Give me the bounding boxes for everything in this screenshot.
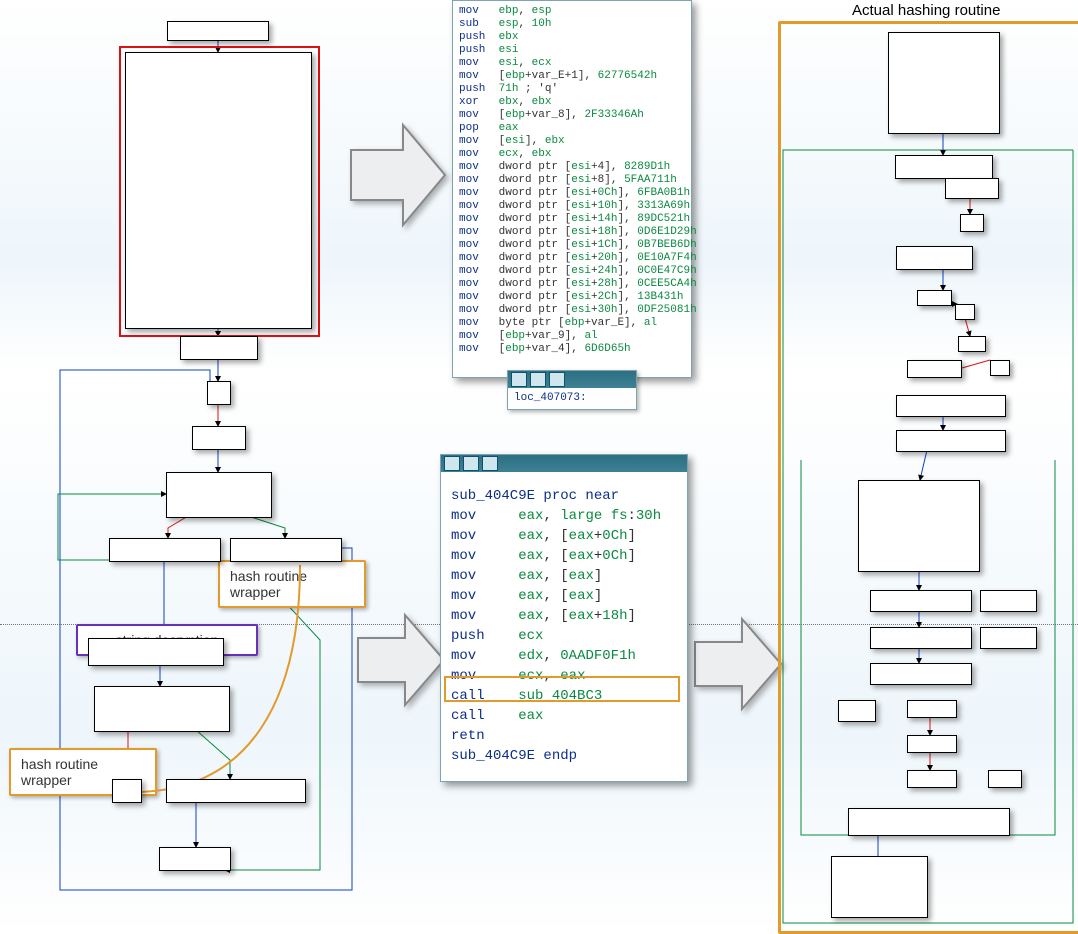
flow-node bbox=[180, 336, 258, 360]
flow-node bbox=[125, 52, 312, 329]
flow-node bbox=[848, 808, 1010, 836]
flow-node bbox=[980, 590, 1037, 612]
flow-node bbox=[896, 430, 1006, 452]
flow-node bbox=[166, 472, 272, 518]
flow-node bbox=[988, 770, 1022, 788]
flow-node bbox=[870, 663, 972, 685]
flow-node bbox=[896, 246, 973, 270]
flow-node bbox=[230, 538, 342, 562]
flow-node bbox=[192, 426, 246, 450]
flow-node bbox=[896, 395, 1006, 417]
flow-node bbox=[907, 735, 957, 753]
disasm-panel-mid: sub_404C9E proc near mov eax, large fs:3… bbox=[440, 454, 688, 782]
disasm-mid-body: sub_404C9E proc near mov eax, large fs:3… bbox=[441, 472, 687, 780]
flow-node bbox=[159, 847, 231, 871]
flow-node bbox=[838, 700, 876, 722]
toolbar-icons bbox=[441, 455, 687, 472]
flow-node bbox=[94, 686, 230, 732]
flow-node bbox=[990, 360, 1010, 376]
flow-node bbox=[870, 627, 972, 649]
flow-node bbox=[88, 638, 224, 666]
flow-node bbox=[960, 214, 984, 232]
flow-node bbox=[109, 538, 221, 562]
flow-node bbox=[958, 336, 986, 352]
flow-node bbox=[112, 779, 142, 803]
disasm-panel-top: mov ebp, esp sub esp, 10h push ebx push … bbox=[452, 0, 692, 378]
big-arrow-top bbox=[348, 120, 448, 230]
flow-node bbox=[167, 21, 269, 41]
flow-node bbox=[917, 290, 952, 306]
flow-node bbox=[870, 590, 972, 612]
flow-node bbox=[945, 178, 999, 199]
flow-node bbox=[907, 360, 962, 378]
big-arrow-mid bbox=[355, 610, 447, 710]
flow-node bbox=[858, 480, 980, 572]
flow-node bbox=[831, 856, 928, 918]
flow-node bbox=[207, 381, 231, 405]
big-arrow-right bbox=[692, 614, 784, 714]
flow-node bbox=[980, 627, 1037, 649]
flow-node bbox=[955, 304, 975, 320]
actual-hashing-title: Actual hashing routine bbox=[852, 2, 1000, 19]
flow-node bbox=[907, 770, 957, 788]
loc-label: loc_407073: bbox=[514, 392, 587, 404]
flow-node bbox=[895, 155, 993, 179]
disasm-top-body: mov ebp, esp sub esp, 10h push ebx push … bbox=[453, 1, 691, 360]
diagram-canvas: hash values hash routine wrapper string … bbox=[0, 0, 1078, 934]
flow-node bbox=[888, 32, 1000, 134]
flow-node bbox=[907, 700, 957, 718]
flow-node bbox=[166, 779, 306, 803]
mini-toolbar-icons bbox=[508, 371, 636, 388]
